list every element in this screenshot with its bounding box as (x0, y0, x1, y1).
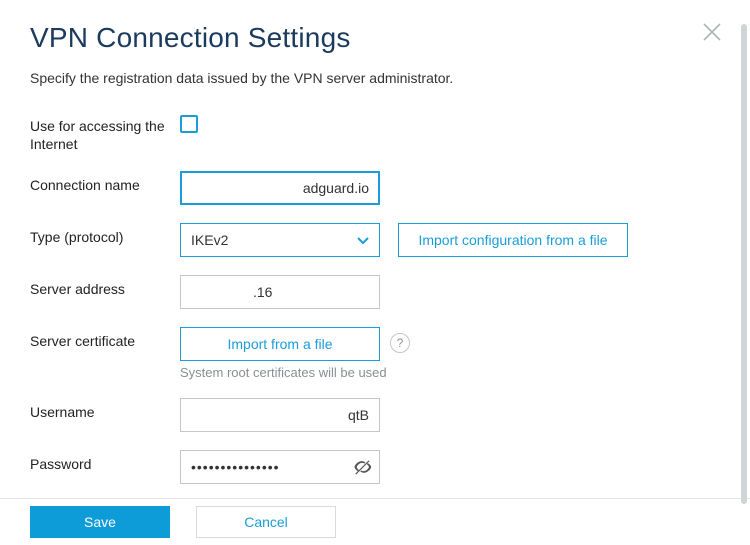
protocol-value: IKEv2 (191, 232, 228, 248)
connection-name-input[interactable] (180, 171, 380, 205)
help-icon[interactable]: ? (390, 333, 410, 353)
server-cert-label: Server certificate (30, 327, 180, 351)
import-config-button[interactable]: Import configuration from a file (398, 223, 628, 257)
use-internet-label: Use for accessing the Internet (30, 112, 180, 153)
scrollbar[interactable] (741, 24, 747, 504)
use-internet-checkbox[interactable] (180, 115, 198, 133)
connection-name-label: Connection name (30, 171, 180, 195)
username-label: Username (30, 398, 180, 422)
save-button[interactable]: Save (30, 506, 170, 538)
eye-off-icon[interactable] (352, 457, 372, 477)
vpn-settings-dialog: VPN Connection Settings Specify the regi… (0, 0, 750, 498)
page-subtitle: Specify the registration data issued by … (30, 70, 720, 86)
username-input[interactable] (180, 398, 380, 432)
page-title: VPN Connection Settings (30, 22, 720, 54)
chevron-down-icon (357, 232, 369, 248)
server-address-input[interactable] (180, 275, 380, 309)
dialog-footer: Save Cancel (0, 498, 750, 545)
type-label: Type (protocol) (30, 223, 180, 247)
password-input[interactable] (180, 450, 380, 484)
server-address-label: Server address (30, 275, 180, 299)
password-label: Password (30, 450, 180, 474)
close-icon[interactable] (700, 20, 724, 44)
cancel-button[interactable]: Cancel (196, 506, 336, 538)
cert-hint: System root certificates will be used (180, 365, 720, 380)
import-cert-button[interactable]: Import from a file (180, 327, 380, 361)
protocol-select[interactable]: IKEv2 (180, 223, 380, 257)
